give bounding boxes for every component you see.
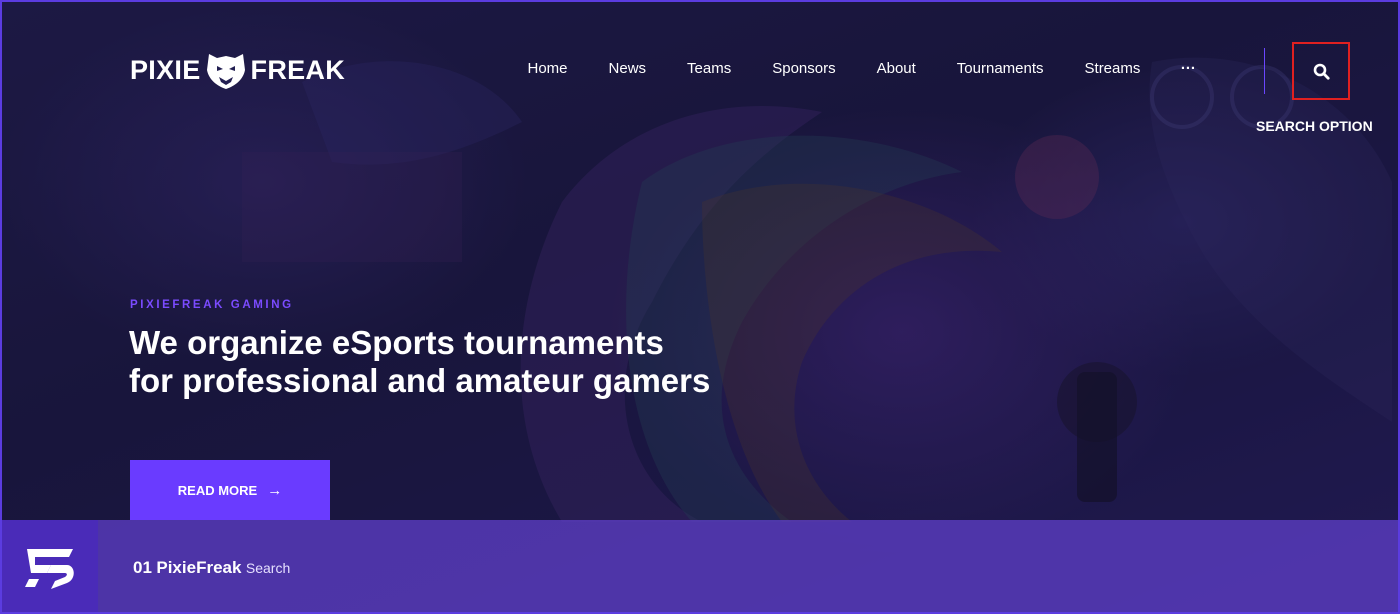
bottom-bar: 01 PixieFreak Search bbox=[2, 520, 1398, 612]
arrow-right-icon: → bbox=[267, 481, 283, 499]
hero-eyebrow: PIXIEFREAK GAMING bbox=[130, 299, 294, 311]
nav-item-sponsors[interactable]: Sponsors bbox=[752, 60, 856, 77]
nav-divider bbox=[1264, 48, 1265, 94]
nav-more-button[interactable]: ··· bbox=[1161, 60, 1216, 77]
logo-text-left: PIXIE bbox=[130, 54, 201, 85]
headline-line-2: for professional and amateur gamers bbox=[129, 362, 711, 399]
nav-item-streams[interactable]: Streams bbox=[1064, 60, 1161, 77]
slide-number: 01 bbox=[133, 558, 152, 577]
site-logo[interactable]: PIXIE FREAK bbox=[130, 50, 345, 90]
nav-item-about[interactable]: About bbox=[856, 60, 936, 77]
main-nav: Home News Teams Sponsors About Tournamen… bbox=[507, 60, 1216, 77]
headline-line-1: We organize eSports tournaments bbox=[129, 324, 664, 361]
nav-item-home[interactable]: Home bbox=[507, 60, 588, 77]
hero-banner: PIXIE FREAK Home News Teams Sponsors Abo… bbox=[0, 0, 1400, 614]
search-icon bbox=[1313, 63, 1330, 80]
bottom-logo[interactable] bbox=[2, 520, 98, 612]
brand-monogram-icon bbox=[25, 549, 74, 589]
nav-item-teams[interactable]: Teams bbox=[667, 60, 752, 77]
bottom-caption: 01 PixieFreak Search bbox=[133, 558, 290, 578]
read-more-button[interactable]: READ MORE → bbox=[130, 460, 330, 520]
search-button[interactable] bbox=[1292, 42, 1350, 100]
slide-title: PixieFreak bbox=[156, 558, 242, 577]
search-caption: SEARCH OPTION bbox=[1256, 118, 1373, 134]
read-more-label: READ MORE bbox=[177, 482, 258, 498]
hero-headline: We organize eSports tournaments for prof… bbox=[129, 324, 829, 400]
slide-subtitle: Search bbox=[245, 560, 291, 576]
mascot-shield-icon bbox=[206, 54, 245, 89]
logo-text-right: FREAK bbox=[250, 54, 346, 85]
nav-item-tournaments[interactable]: Tournaments bbox=[936, 60, 1064, 77]
nav-item-news[interactable]: News bbox=[588, 60, 667, 77]
